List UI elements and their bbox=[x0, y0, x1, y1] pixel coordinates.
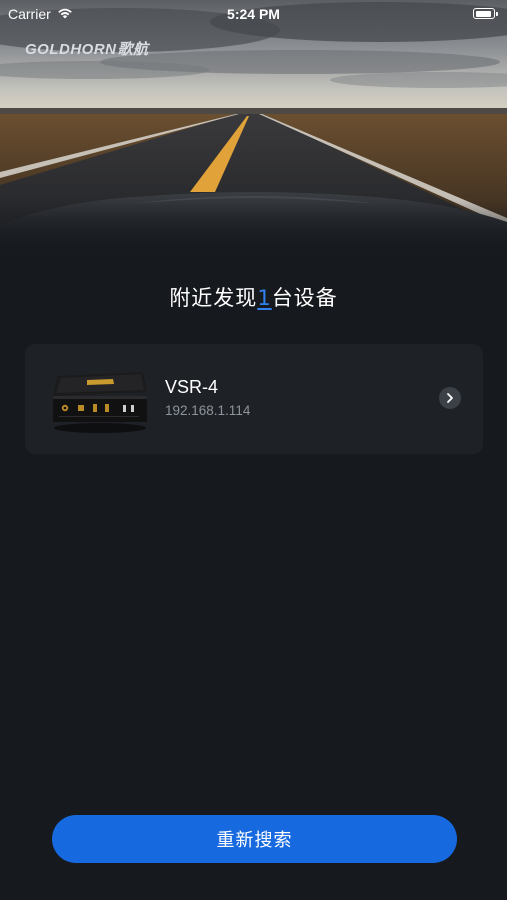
status-time: 5:24 PM bbox=[227, 6, 280, 22]
device-count: 1 bbox=[257, 286, 272, 310]
heading-suffix: 台设备 bbox=[271, 286, 338, 310]
device-name: VSR-4 bbox=[165, 377, 219, 397]
brand-logo: GOLDHORN 歌航 bbox=[25, 38, 149, 59]
logo-text-cn: 歌航 bbox=[117, 41, 149, 58]
device-image bbox=[51, 366, 149, 434]
battery-icon bbox=[473, 8, 498, 19]
screen: Carrier 5:24 PM GOLDHORN 歌航 附近发现1台设备 VSR… bbox=[0, 0, 507, 900]
devices-found-heading: 附近发现1台设备 bbox=[0, 282, 507, 312]
rescan-button[interactable]: 重新搜索 bbox=[52, 815, 457, 863]
chevron-right-icon[interactable] bbox=[439, 387, 461, 409]
heading-prefix: 附近发现 bbox=[169, 286, 258, 310]
status-bar: Carrier 5:24 PM bbox=[0, 0, 507, 28]
battery-level bbox=[475, 10, 491, 17]
device-ip: 192.168.1.114 bbox=[165, 403, 251, 418]
device-card[interactable]: VSR-4 192.168.1.114 bbox=[25, 344, 483, 454]
logo-text-en: GOLDHORN bbox=[25, 41, 117, 58]
